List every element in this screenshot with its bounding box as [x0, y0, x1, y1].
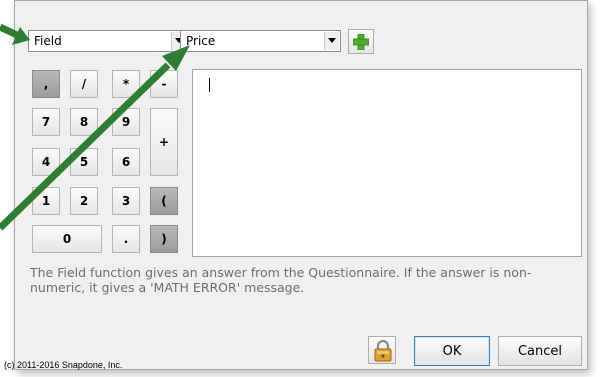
- lock-button[interactable]: [368, 336, 396, 364]
- price-select-value: Price: [186, 34, 216, 48]
- key-minus[interactable]: -: [150, 70, 178, 98]
- key-1[interactable]: 1: [32, 187, 60, 215]
- key-open-paren[interactable]: (: [150, 187, 178, 215]
- key-4[interactable]: 4: [32, 148, 60, 176]
- key-comma[interactable]: ,: [32, 70, 60, 98]
- key-7[interactable]: 7: [32, 108, 60, 136]
- key-8[interactable]: 8: [70, 108, 98, 136]
- expression-dialog: Field Price , / * - 7 8 9 + 4 5 6 1 2 3: [14, 0, 588, 370]
- key-decimal[interactable]: .: [112, 225, 140, 253]
- key-0[interactable]: 0: [32, 225, 102, 253]
- expression-editor[interactable]: [192, 69, 582, 257]
- ok-button[interactable]: OK: [414, 336, 490, 366]
- key-close-paren[interactable]: ): [150, 225, 178, 253]
- key-5[interactable]: 5: [70, 148, 98, 176]
- price-select-dropdown-button[interactable]: [324, 32, 339, 50]
- key-3[interactable]: 3: [112, 187, 140, 215]
- add-button[interactable]: [348, 29, 374, 54]
- cancel-button[interactable]: Cancel: [498, 336, 582, 366]
- key-divide[interactable]: /: [70, 70, 98, 98]
- help-text: The Field function gives an answer from …: [30, 265, 532, 295]
- text-caret: [209, 78, 210, 92]
- field-select-value: Field: [34, 34, 62, 48]
- key-6[interactable]: 6: [112, 148, 140, 176]
- key-9[interactable]: 9: [112, 108, 140, 136]
- price-select[interactable]: Price: [180, 30, 341, 52]
- lock-icon: [374, 340, 392, 362]
- key-plus[interactable]: +: [150, 108, 178, 176]
- key-2[interactable]: 2: [70, 187, 98, 215]
- plus-icon: [353, 34, 369, 50]
- chevron-down-icon: [328, 38, 336, 43]
- copyright-text: (c) 2011-2016 Snapdone, Inc.: [4, 360, 123, 370]
- key-multiply[interactable]: *: [112, 70, 140, 98]
- field-select[interactable]: Field: [28, 30, 188, 52]
